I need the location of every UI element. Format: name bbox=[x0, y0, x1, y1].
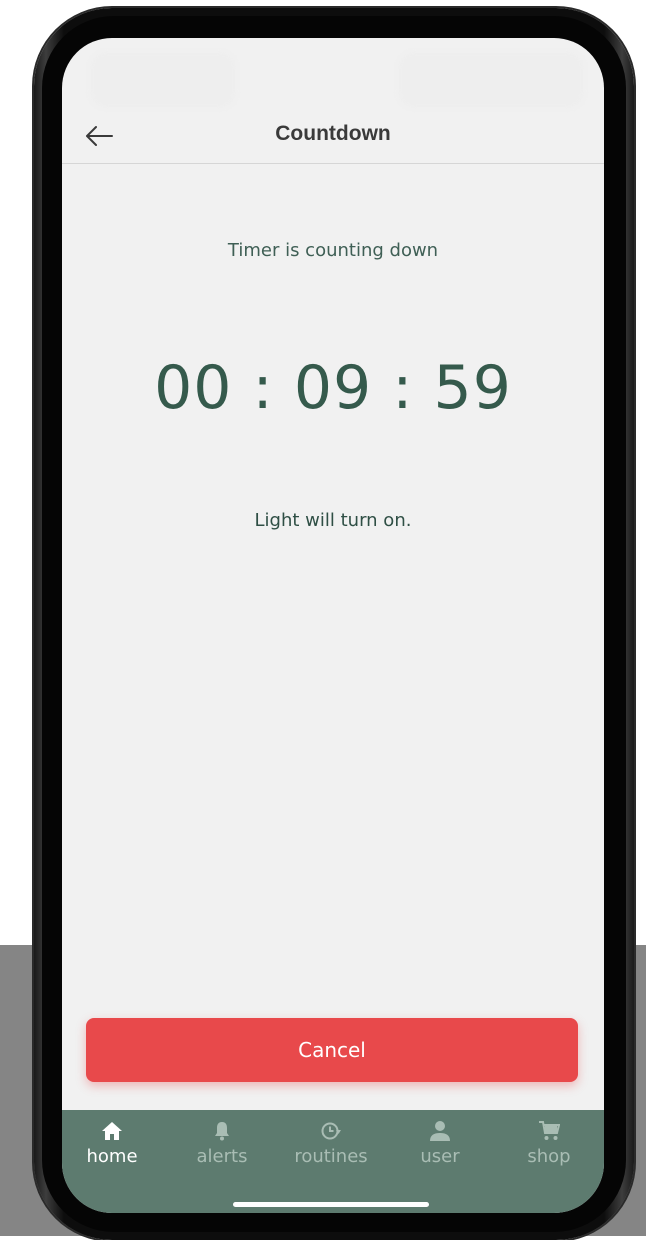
status-bar-left bbox=[90, 52, 236, 108]
tab-label: user bbox=[420, 1146, 460, 1167]
clock-refresh-icon bbox=[321, 1122, 341, 1140]
bell-icon bbox=[215, 1122, 229, 1141]
tab-routines[interactable]: routines bbox=[281, 1120, 381, 1176]
cancel-button[interactable]: Cancel bbox=[86, 1018, 578, 1082]
timer-action-text: Light will turn on. bbox=[254, 510, 412, 531]
home-indicator[interactable] bbox=[233, 1202, 429, 1207]
app-header: Countdown bbox=[62, 108, 604, 164]
home-icon bbox=[102, 1122, 122, 1140]
tab-label: alerts bbox=[196, 1146, 248, 1167]
status-bar-right bbox=[398, 52, 584, 108]
tab-label: home bbox=[86, 1146, 138, 1167]
app-screen: Countdown Timer is counting down 00 : 09… bbox=[62, 38, 604, 1213]
user-icon bbox=[430, 1121, 450, 1141]
countdown-display: 00 : 09 : 59 bbox=[154, 353, 512, 423]
timer-status-text: Timer is counting down bbox=[227, 240, 439, 261]
tab-alerts[interactable]: alerts bbox=[172, 1120, 272, 1176]
tab-label: shop bbox=[527, 1146, 571, 1167]
bottom-tab-bar: home alerts routines user shop bbox=[62, 1110, 604, 1213]
tab-user[interactable]: user bbox=[390, 1120, 490, 1176]
page-title: Countdown bbox=[275, 122, 391, 145]
tab-label: routines bbox=[294, 1146, 368, 1167]
tab-home[interactable]: home bbox=[62, 1120, 162, 1176]
tab-shop[interactable]: shop bbox=[499, 1120, 599, 1176]
cart-icon bbox=[539, 1121, 560, 1140]
